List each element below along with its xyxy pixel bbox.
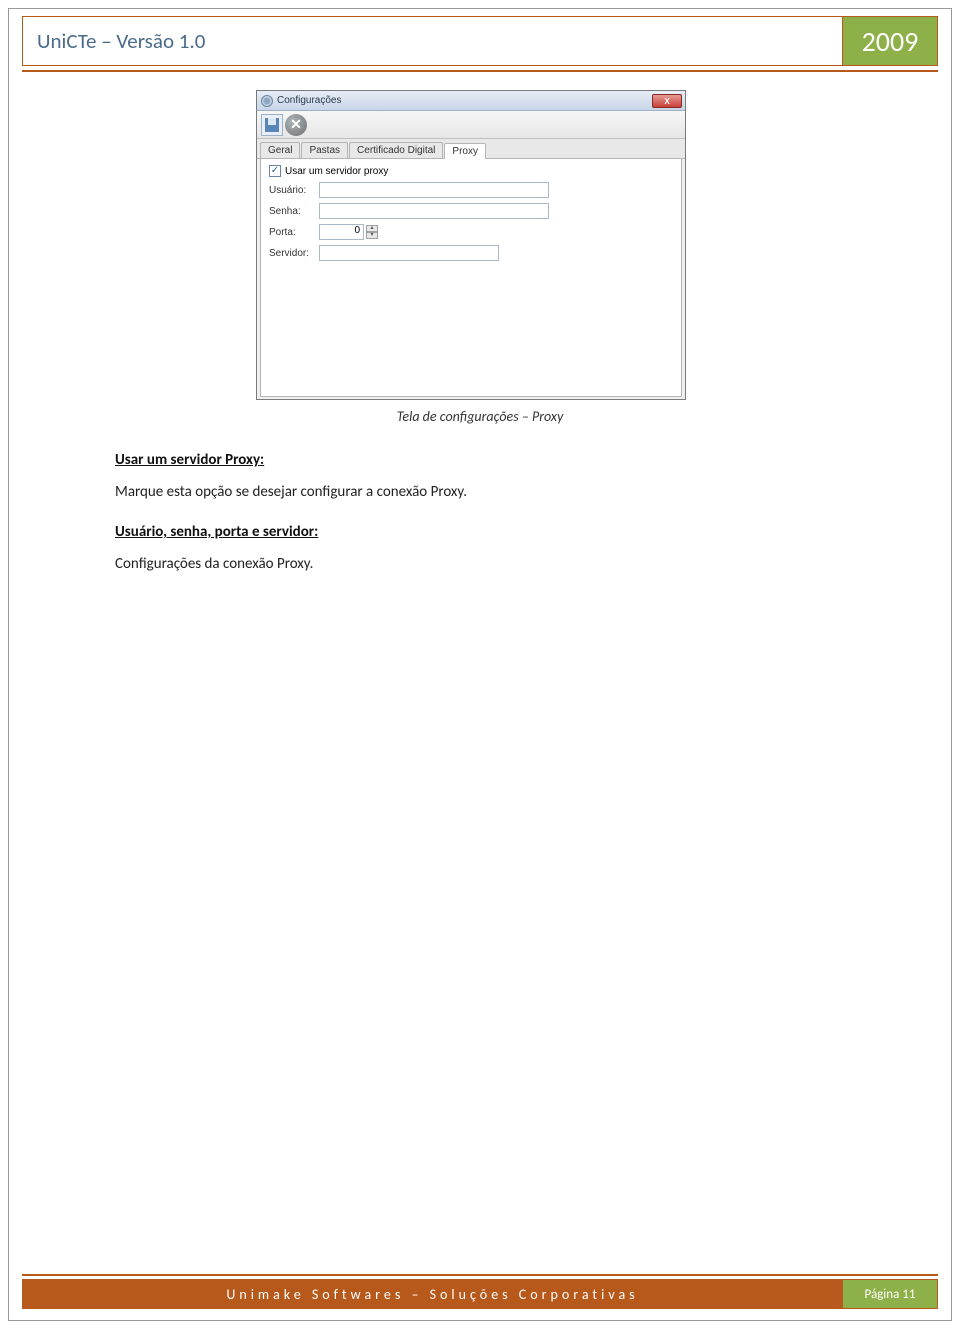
save-button[interactable] — [261, 114, 283, 136]
tab-label: Geral — [268, 145, 292, 156]
section1-heading: Usar um servidor Proxy: — [115, 451, 845, 469]
senha-label: Senha: — [269, 206, 319, 217]
header-year: 2009 — [862, 24, 919, 59]
window-title: Configurações — [277, 95, 341, 106]
header-divider — [22, 70, 938, 72]
close-button[interactable]: X — [652, 94, 682, 108]
tab-pastas[interactable]: Pastas — [301, 142, 348, 158]
tab-label: Certificado Digital — [357, 145, 435, 156]
usuario-row: Usuário: — [269, 181, 673, 199]
porta-input[interactable]: 0 — [319, 224, 364, 240]
porta-label: Porta: — [269, 227, 319, 238]
gear-icon — [261, 95, 273, 107]
toolbar: ✕ — [257, 111, 685, 139]
porta-spinner[interactable]: ▴ ▾ — [366, 225, 378, 239]
footer-divider — [22, 1274, 938, 1276]
tab-content-proxy: ✓ Usar um servidor proxy Usuário: Senha:… — [260, 159, 682, 397]
spin-down-icon[interactable]: ▾ — [366, 232, 378, 239]
senha-row: Senha: — [269, 202, 673, 220]
footer-page-box: Página 11 — [843, 1279, 938, 1309]
porta-value: 0 — [354, 225, 360, 236]
tabstrip: Geral Pastas Certificado Digital Proxy — [257, 139, 685, 159]
use-proxy-row: ✓ Usar um servidor proxy — [269, 165, 673, 177]
section2-heading: Usuário, senha, porta e servidor: — [115, 523, 845, 541]
header-left-box: UniCTe – Versão 1.0 — [22, 16, 843, 66]
config-window: Configurações X ✕ Geral Pastas Certifica… — [256, 90, 686, 400]
close-icon: X — [664, 97, 669, 106]
footer-page: Página 11 — [865, 1287, 916, 1302]
cancel-button[interactable]: ✕ — [285, 114, 307, 136]
usuario-label: Usuário: — [269, 185, 319, 196]
footer-company: Unimake Softwares – Soluções Corporativa… — [226, 1286, 638, 1303]
section1-para: Marque esta opção se desejar configurar … — [115, 483, 845, 501]
use-proxy-label: Usar um servidor proxy — [285, 166, 388, 177]
porta-row: Porta: 0 ▴ ▾ — [269, 223, 673, 241]
section2-para: Configurações da conexão Proxy. — [115, 555, 845, 573]
page-footer: Unimake Softwares – Soluções Corporativa… — [22, 1279, 938, 1309]
usuario-input[interactable] — [319, 182, 549, 198]
titlebar: Configurações X — [257, 91, 685, 111]
tab-geral[interactable]: Geral — [260, 142, 300, 158]
header-title: UniCTe – Versão 1.0 — [37, 28, 205, 54]
footer-company-box: Unimake Softwares – Soluções Corporativa… — [22, 1279, 843, 1309]
cancel-icon: ✕ — [290, 116, 302, 133]
body-text: Tela de configurações – Proxy Usar um se… — [115, 408, 845, 595]
tab-label: Pastas — [309, 145, 340, 156]
tab-proxy[interactable]: Proxy — [444, 143, 486, 159]
servidor-row: Servidor: — [269, 244, 673, 262]
use-proxy-checkbox[interactable]: ✓ — [269, 165, 281, 177]
screenshot-caption: Tela de configurações – Proxy — [115, 408, 845, 425]
tab-certificado[interactable]: Certificado Digital — [349, 142, 443, 158]
servidor-input[interactable] — [319, 245, 499, 261]
header-year-box: 2009 — [843, 16, 938, 66]
page-header: UniCTe – Versão 1.0 2009 — [22, 16, 938, 66]
check-icon: ✓ — [271, 166, 279, 176]
tab-label: Proxy — [452, 146, 478, 157]
spin-up-icon[interactable]: ▴ — [366, 225, 378, 232]
servidor-label: Servidor: — [269, 248, 319, 259]
senha-input[interactable] — [319, 203, 549, 219]
